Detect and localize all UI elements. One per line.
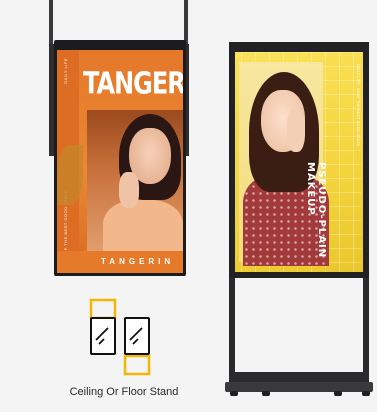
side-text: DAILY LIFE · KEEP THE BEST GOOD STATE: [356, 64, 361, 147]
stand-caption: Ceiling Or Floor Stand: [69, 386, 179, 398]
bottom-banner-text: TANGERIN: [101, 257, 175, 266]
ceiling-display: DAILY LIFE KEEP THE BEST GOOD STATE TANG…: [54, 40, 186, 276]
wheel-icon: [334, 391, 342, 396]
wheel-icon: [362, 391, 370, 396]
ceiling-display-screen: DAILY LIFE KEEP THE BEST GOOD STATE TANG…: [57, 50, 183, 273]
ceiling-or-floor-stand-icon: [89, 298, 151, 376]
model-hand: [119, 172, 139, 208]
floor-display-screen: PSEUDO-PLAIN MAKEUP DAILY LIFE · KEEP TH…: [235, 52, 363, 272]
hanging-rod-left: [49, 0, 53, 50]
side-text-top: DAILY LIFE: [63, 58, 68, 84]
model-hand: [287, 108, 305, 152]
product-scene: DAILY LIFE KEEP THE BEST GOOD STATE TANG…: [0, 0, 377, 412]
bottom-banner: TANGERIN: [57, 251, 183, 273]
hanging-rod-right: [184, 0, 188, 44]
wheel-icon: [230, 391, 238, 396]
display-title: PSEUDO-PLAIN MAKEUP: [305, 162, 327, 259]
wheel-icon: [262, 391, 270, 396]
display-title: TANGERIN: [83, 66, 183, 101]
leaf-decoration: [57, 145, 83, 205]
stand-crossbar: [229, 372, 369, 382]
stand-base: [225, 382, 373, 392]
floor-display: PSEUDO-PLAIN MAKEUP DAILY LIFE · KEEP TH…: [229, 42, 369, 278]
